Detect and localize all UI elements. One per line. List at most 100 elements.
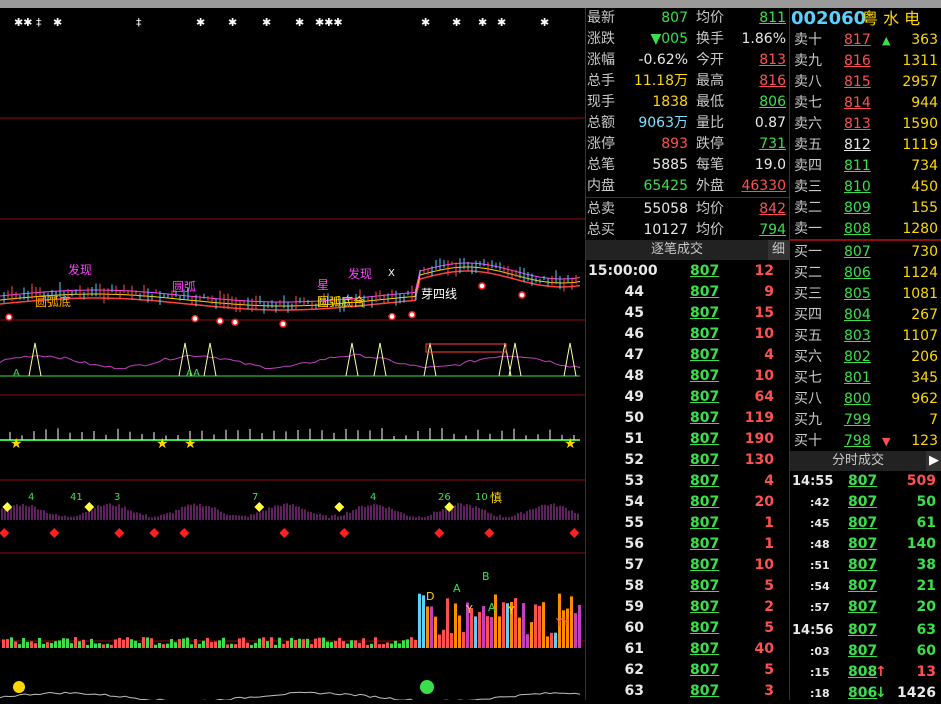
volume-bar: [126, 637, 129, 648]
volume-bar: [554, 632, 557, 648]
volume-bar: [2, 639, 5, 648]
tick-row[interactable]: 47 807 4: [586, 345, 789, 366]
order-price: 798: [844, 433, 871, 449]
tick-row[interactable]: 44 807 9: [586, 282, 789, 303]
tick-volume: 3: [764, 683, 774, 699]
tick-row[interactable]: 57 807 10: [586, 555, 789, 576]
tick-row[interactable]: 53 807 4: [586, 471, 789, 492]
tick-row[interactable]: 46 807 10: [586, 324, 789, 345]
tick-price: 807: [690, 431, 720, 447]
quote-label: 换手: [696, 31, 724, 47]
tick-price: 807: [690, 473, 720, 489]
volume-bar: [482, 606, 485, 648]
tick-row[interactable]: 61 807 40: [586, 639, 789, 660]
svg-text:✱: ✱: [421, 16, 430, 29]
order-qty: 1119: [902, 137, 938, 153]
order-level-label: 卖六: [794, 116, 822, 132]
diamond-icon: [0, 528, 10, 538]
volume-bar: [150, 638, 153, 648]
minute-volume: 20: [916, 599, 936, 615]
tick-row[interactable]: 15:00:00 807 12: [586, 261, 789, 282]
order-level-label: 卖五: [794, 137, 822, 153]
tick-row[interactable]: 58 807 5: [586, 576, 789, 597]
indicator-label: 3: [114, 492, 120, 503]
volume-bar: [6, 639, 9, 648]
volume-bar: [486, 616, 489, 648]
volume-bar: [78, 641, 81, 648]
svg-text:✱: ✱: [452, 16, 461, 29]
quote-label: 均价: [696, 222, 724, 238]
tick-row[interactable]: 55 807 1: [586, 513, 789, 534]
volume-bar: [434, 616, 437, 648]
quote-label: 总手: [587, 73, 615, 89]
tick-detail-button[interactable]: 细: [768, 240, 789, 260]
minute-row[interactable]: 14:55 807 509: [790, 471, 941, 492]
order-price: 809: [844, 200, 871, 216]
minute-row[interactable]: :15 808 ↑ 13: [790, 662, 941, 683]
tick-row[interactable]: 63 807 3: [586, 681, 789, 702]
minute-row[interactable]: :42 807 50: [790, 492, 941, 513]
order-qty: 730: [911, 244, 938, 260]
tick-volume: 130: [744, 452, 774, 468]
volume-bar: [34, 643, 37, 648]
star-icon: ★: [184, 436, 197, 452]
volume-bar: [342, 641, 345, 648]
minute-row[interactable]: :57 807 20: [790, 597, 941, 618]
tick-row[interactable]: 54 807 20: [586, 492, 789, 513]
volume-bar: [230, 643, 233, 648]
tick-time: 50: [624, 410, 644, 426]
minute-volume: 21: [916, 578, 936, 594]
tick-row[interactable]: 62 807 5: [586, 660, 789, 681]
minute-row[interactable]: :51 807 38: [790, 555, 941, 576]
quote-value: 806: [759, 94, 786, 110]
tick-row[interactable]: 50 807 119: [586, 408, 789, 429]
tick-volume: 10: [754, 326, 774, 342]
tick-row[interactable]: 51 807 190: [586, 429, 789, 450]
minute-panel-title: 分时成交: [831, 453, 884, 468]
tick-row[interactable]: 45 807 15: [586, 303, 789, 324]
minute-row[interactable]: :18 806 ↓ 1426: [790, 683, 941, 704]
volume-bar: [70, 643, 73, 648]
tick-time: 51: [624, 431, 644, 447]
minute-volume: 1426: [897, 685, 936, 701]
indicator-spike: [203, 342, 217, 377]
tick-time: 55: [624, 515, 644, 531]
minute-row[interactable]: :54 807 21: [790, 576, 941, 597]
tick-volume: 4: [764, 473, 774, 489]
volume-bar: [574, 613, 577, 648]
quote-label: 外盘: [696, 178, 724, 194]
indicator-panel-2: [0, 342, 581, 377]
volume-bar: [14, 641, 17, 648]
chart-area[interactable]: ✱✱ ‡ ✱ ‡ ✱ ✱ ✱ ✱ ✱✱✱ ✱ ✱ ✱ ✱ ✱ 发现 圆弧底 圆弧 星 发现 圆弧底…: [0, 8, 585, 703]
minute-row[interactable]: :03 807 60: [790, 641, 941, 662]
volume-bar: [454, 603, 457, 648]
tick-panel-header: 逐笔成交: [586, 240, 768, 260]
tick-row[interactable]: 49 807 64: [586, 387, 789, 408]
order-price: 802: [844, 349, 871, 365]
quote-value: 46330: [741, 178, 786, 194]
tick-row[interactable]: 56 807 1: [586, 534, 789, 555]
volume-bar: [346, 643, 349, 648]
volume-bar: [374, 637, 377, 648]
volume-bar: [246, 642, 249, 648]
tick-volume: 2: [764, 599, 774, 615]
quote-value: -0.62%: [638, 52, 688, 68]
minute-volume: 50: [916, 494, 936, 510]
tick-row[interactable]: 52 807 130: [586, 450, 789, 471]
minute-row[interactable]: :45 807 61: [790, 513, 941, 534]
tick-row[interactable]: 48 807 10: [586, 366, 789, 387]
tick-row[interactable]: 59 807 2: [586, 597, 789, 618]
signal-dot: [5, 313, 13, 321]
tick-row[interactable]: 60 807 5: [586, 618, 789, 639]
volume-label: D: [426, 590, 434, 603]
tick-time: 44: [624, 284, 644, 300]
minute-row[interactable]: :48 807 140: [790, 534, 941, 555]
quote-value: 9063万: [638, 115, 688, 131]
minute-row[interactable]: 14:56 807 63: [790, 620, 941, 641]
minute-price: 807: [848, 557, 878, 573]
volume-bar: [278, 637, 281, 648]
minute-expand-button[interactable]: ▶: [926, 451, 941, 471]
tick-price: 807: [690, 557, 720, 573]
volume-bar: [154, 644, 157, 648]
volume-bar: [158, 643, 161, 648]
